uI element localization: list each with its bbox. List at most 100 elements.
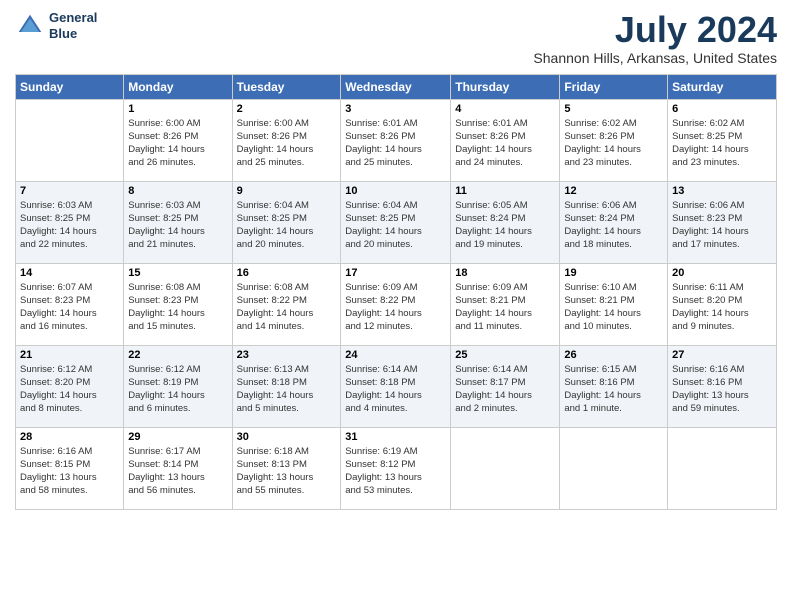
month-title: July 2024 [533,10,777,50]
calendar-cell: 2 Sunrise: 6:00 AM Sunset: 8:26 PM Daylig… [232,99,341,181]
day-info: Sunrise: 6:06 AM Sunset: 8:23 PM Dayligh… [672,199,772,252]
day-number: 22 [128,349,227,361]
calendar-table: SundayMondayTuesdayWednesdayThursdayFrid… [15,74,777,510]
day-number: 21 [20,349,119,361]
calendar-cell: 9 Sunrise: 6:04 AM Sunset: 8:25 PM Daylig… [232,181,341,263]
day-info: Sunrise: 6:07 AM Sunset: 8:23 PM Dayligh… [20,281,119,334]
day-info: Sunrise: 6:12 AM Sunset: 8:19 PM Dayligh… [128,363,227,416]
calendar-cell: 3Sunrise: 6:01 AM Sunset: 8:26 PM Daylig… [341,99,451,181]
calendar-cell: 19 Sunrise: 6:10 AM Sunset: 8:21 PM Dayli… [560,263,668,345]
day-info: Sunrise: 6:06 AM Sunset: 8:24 PM Dayligh… [564,199,663,252]
day-of-week-header: Monday [124,74,232,99]
location-title: Shannon Hills, Arkansas, United States [533,50,777,66]
calendar-cell: 26Sunrise: 6:15 AM Sunset: 8:16 PM Dayli… [560,345,668,427]
calendar-week-row: 21 Sunrise: 6:12 AM Sunset: 8:20 PM Dayli… [16,345,777,427]
calendar-cell: 10 Sunrise: 6:04 AM Sunset: 8:25 PM Dayli… [341,181,451,263]
day-number: 19 [564,267,663,279]
calendar-cell: 25 Sunrise: 6:14 AM Sunset: 8:17 PM Dayli… [451,345,560,427]
day-info: Sunrise: 6:01 AM Sunset: 8:26 PM Dayligh… [345,117,446,170]
calendar-cell: 14 Sunrise: 6:07 AM Sunset: 8:23 PM Dayli… [16,263,124,345]
day-info: Sunrise: 6:08 AM Sunset: 8:22 PM Dayligh… [237,281,337,334]
calendar-cell: 24 Sunrise: 6:14 AM Sunset: 8:18 PM Dayli… [341,345,451,427]
day-number: 14 [20,267,119,279]
day-number: 28 [20,431,119,443]
day-of-week-header: Tuesday [232,74,341,99]
day-info: Sunrise: 6:09 AM Sunset: 8:21 PM Dayligh… [455,281,555,334]
calendar-cell: 28 Sunrise: 6:16 AM Sunset: 8:15 PM Dayli… [16,427,124,509]
calendar-cell [16,99,124,181]
calendar-cell: 1Sunrise: 6:00 AM Sunset: 8:26 PM Daylig… [124,99,232,181]
calendar-cell: 22 Sunrise: 6:12 AM Sunset: 8:19 PM Dayli… [124,345,232,427]
day-number: 24 [345,349,446,361]
day-number: 18 [455,267,555,279]
day-number: 11 [455,185,555,197]
day-number: 9 [237,185,337,197]
calendar-cell: 16 Sunrise: 6:08 AM Sunset: 8:22 PM Dayli… [232,263,341,345]
day-info: Sunrise: 6:04 AM Sunset: 8:25 PM Dayligh… [345,199,446,252]
day-of-week-header: Sunday [16,74,124,99]
day-info: Sunrise: 6:17 AM Sunset: 8:14 PM Dayligh… [128,445,227,498]
calendar-cell: 12 Sunrise: 6:06 AM Sunset: 8:24 PM Dayli… [560,181,668,263]
logo: General Blue [15,10,97,41]
day-info: Sunrise: 6:04 AM Sunset: 8:25 PM Dayligh… [237,199,337,252]
day-info: Sunrise: 6:03 AM Sunset: 8:25 PM Dayligh… [20,199,119,252]
day-number: 12 [564,185,663,197]
title-block: July 2024 Shannon Hills, Arkansas, Unite… [533,10,777,66]
calendar-cell: 23 Sunrise: 6:13 AM Sunset: 8:18 PM Dayli… [232,345,341,427]
day-number: 29 [128,431,227,443]
header: General Blue July 2024 Shannon Hills, Ar… [15,10,777,66]
day-info: Sunrise: 6:08 AM Sunset: 8:23 PM Dayligh… [128,281,227,334]
day-info: Sunrise: 6:03 AM Sunset: 8:25 PM Dayligh… [128,199,227,252]
day-info: Sunrise: 6:10 AM Sunset: 8:21 PM Dayligh… [564,281,663,334]
calendar-cell: 27Sunrise: 6:16 AM Sunset: 8:16 PM Dayli… [668,345,777,427]
logo-icon [15,11,45,41]
calendar-header-row: SundayMondayTuesdayWednesdayThursdayFrid… [16,74,777,99]
calendar-cell: 31 Sunrise: 6:19 AM Sunset: 8:12 PM Dayli… [341,427,451,509]
calendar-cell: 8Sunrise: 6:03 AM Sunset: 8:25 PM Daylig… [124,181,232,263]
day-number: 6 [672,103,772,115]
calendar-cell: 17Sunrise: 6:09 AM Sunset: 8:22 PM Dayli… [341,263,451,345]
day-of-week-header: Saturday [668,74,777,99]
day-number: 10 [345,185,446,197]
day-info: Sunrise: 6:00 AM Sunset: 8:26 PM Dayligh… [237,117,337,170]
calendar-cell: 11 Sunrise: 6:05 AM Sunset: 8:24 PM Dayli… [451,181,560,263]
day-info: Sunrise: 6:11 AM Sunset: 8:20 PM Dayligh… [672,281,772,334]
day-number: 16 [237,267,337,279]
day-info: Sunrise: 6:01 AM Sunset: 8:26 PM Dayligh… [455,117,555,170]
day-number: 26 [564,349,663,361]
calendar-cell: 29 Sunrise: 6:17 AM Sunset: 8:14 PM Dayli… [124,427,232,509]
day-info: Sunrise: 6:02 AM Sunset: 8:25 PM Dayligh… [672,117,772,170]
calendar-cell [560,427,668,509]
calendar-week-row: 1Sunrise: 6:00 AM Sunset: 8:26 PM Daylig… [16,99,777,181]
page: General Blue July 2024 Shannon Hills, Ar… [0,0,792,612]
day-info: Sunrise: 6:14 AM Sunset: 8:17 PM Dayligh… [455,363,555,416]
calendar-week-row: 14 Sunrise: 6:07 AM Sunset: 8:23 PM Dayli… [16,263,777,345]
day-info: Sunrise: 6:13 AM Sunset: 8:18 PM Dayligh… [237,363,337,416]
day-number: 25 [455,349,555,361]
day-of-week-header: Wednesday [341,74,451,99]
day-number: 2 [237,103,337,115]
day-info: Sunrise: 6:16 AM Sunset: 8:15 PM Dayligh… [20,445,119,498]
calendar-cell: 20Sunrise: 6:11 AM Sunset: 8:20 PM Dayli… [668,263,777,345]
logo-text: General Blue [49,10,97,41]
calendar-cell: 21 Sunrise: 6:12 AM Sunset: 8:20 PM Dayli… [16,345,124,427]
day-number: 23 [237,349,337,361]
day-info: Sunrise: 6:05 AM Sunset: 8:24 PM Dayligh… [455,199,555,252]
day-number: 13 [672,185,772,197]
calendar-cell: 15Sunrise: 6:08 AM Sunset: 8:23 PM Dayli… [124,263,232,345]
day-number: 17 [345,267,446,279]
day-of-week-header: Friday [560,74,668,99]
day-info: Sunrise: 6:14 AM Sunset: 8:18 PM Dayligh… [345,363,446,416]
day-info: Sunrise: 6:00 AM Sunset: 8:26 PM Dayligh… [128,117,227,170]
calendar-week-row: 28 Sunrise: 6:16 AM Sunset: 8:15 PM Dayli… [16,427,777,509]
day-number: 30 [237,431,337,443]
calendar-cell: 18 Sunrise: 6:09 AM Sunset: 8:21 PM Dayli… [451,263,560,345]
day-number: 5 [564,103,663,115]
day-number: 31 [345,431,446,443]
day-info: Sunrise: 6:12 AM Sunset: 8:20 PM Dayligh… [20,363,119,416]
calendar-cell: 13 Sunrise: 6:06 AM Sunset: 8:23 PM Dayli… [668,181,777,263]
calendar-week-row: 7Sunrise: 6:03 AM Sunset: 8:25 PM Daylig… [16,181,777,263]
calendar-cell: 5Sunrise: 6:02 AM Sunset: 8:26 PM Daylig… [560,99,668,181]
day-of-week-header: Thursday [451,74,560,99]
day-info: Sunrise: 6:19 AM Sunset: 8:12 PM Dayligh… [345,445,446,498]
